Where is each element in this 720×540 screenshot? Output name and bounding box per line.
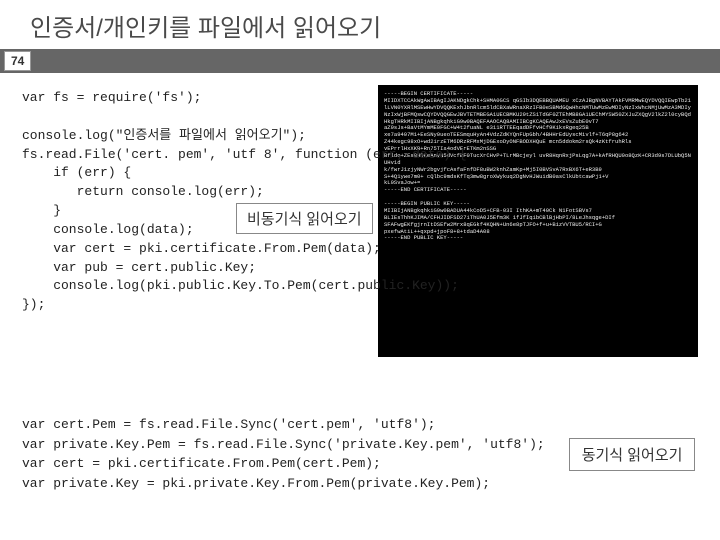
sync-row: var cert.Pem = fs.read.File.Sync('cert.p… [22,415,698,493]
annotation-sync: 동기식 읽어오기 [569,438,696,471]
slide-title: 인증서/개인키를 파일에서 읽어오기 [0,0,720,49]
gray-band: 74 [0,49,720,73]
code-block-sync: var cert.Pem = fs.read.File.Sync('cert.p… [22,415,545,493]
annotation-async: 비동기식 읽어오기 [236,203,373,234]
page-number-badge: 74 [4,51,31,71]
content-area: -----BEGIN CERTIFICATE----- MIIDXTCCAkWg… [0,73,720,493]
